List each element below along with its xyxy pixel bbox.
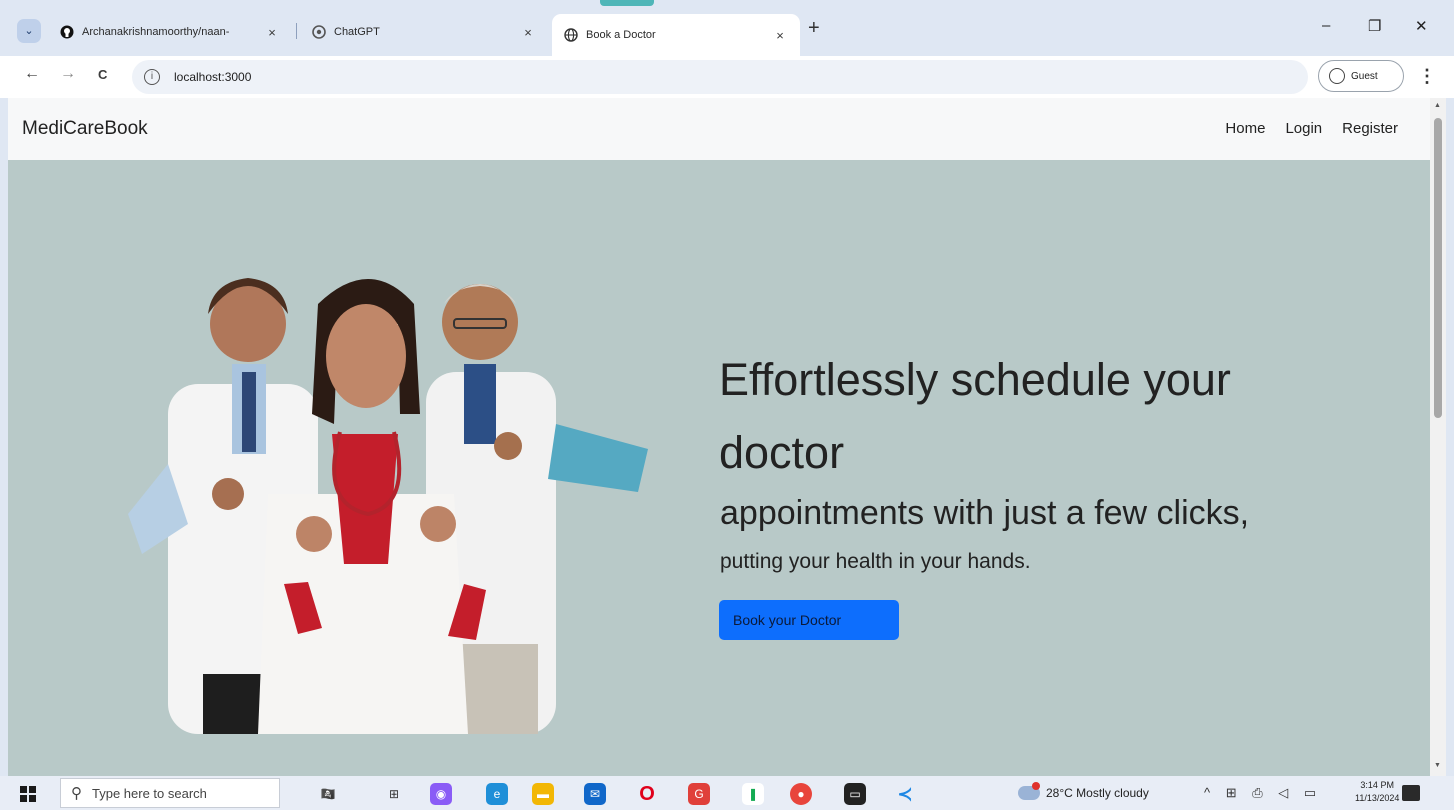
weather-text: 28°C Mostly cloudy: [1046, 786, 1149, 800]
tab-chatgpt[interactable]: ChatGPT ×: [300, 14, 548, 50]
forward-icon[interactable]: →: [60, 65, 76, 83]
chatgpt-icon: [312, 25, 326, 39]
search-highlight-icon[interactable]: 🏴‍☠: [298, 783, 358, 805]
taskbar-search[interactable]: ⚲ Type here to search: [60, 778, 280, 808]
tab-github[interactable]: Archanakrishnamoorthy/naan- ×: [48, 14, 292, 50]
github-icon: [60, 25, 74, 39]
new-tab-button[interactable]: +: [808, 17, 820, 39]
back-icon[interactable]: ←: [24, 65, 40, 83]
tab-close-icon[interactable]: ×: [264, 25, 280, 40]
profile-icon: [1329, 68, 1345, 84]
chrome-icon[interactable]: ●: [790, 783, 812, 805]
notification-icon[interactable]: [1402, 785, 1420, 801]
browser-menu-icon[interactable]: ⋮: [1418, 66, 1436, 87]
scroll-down-icon[interactable]: ▼: [1434, 762, 1441, 769]
reload-icon[interactable]: C: [98, 67, 107, 82]
nav-links: Home Login Register: [1225, 120, 1398, 137]
hero-tagline: putting your health in your hands.: [720, 550, 1031, 573]
profile-label: Guest: [1351, 70, 1378, 82]
edge-icon[interactable]: e: [486, 783, 508, 805]
profile-button[interactable]: Guest: [1318, 60, 1404, 92]
task-view-icon[interactable]: ⊞: [383, 783, 405, 805]
clock-time: 3:14 PM: [1360, 780, 1394, 790]
mongodb-icon[interactable]: ❚: [742, 783, 764, 805]
browser-tabstrip: ⌄ Archanakrishnamoorthy/naan- × ChatGPT …: [0, 0, 1454, 56]
hero-headline: Effortlessly schedule your doctor: [719, 354, 1231, 478]
restore-button[interactable]: ❐: [1368, 17, 1381, 35]
book-doctor-button[interactable]: Book your Doctor: [719, 600, 899, 640]
clock-date: 11/13/2024: [1355, 793, 1400, 803]
taskbar-clock[interactable]: 3:14 PM 11/13/2024: [1355, 779, 1399, 805]
file-explorer-icon[interactable]: ▬: [532, 783, 554, 805]
tab-title: Archanakrishnamoorthy/naan-: [82, 26, 230, 38]
close-window-button[interactable]: ✕: [1415, 17, 1428, 35]
tab-close-icon[interactable]: ×: [520, 25, 536, 40]
hero-subheadline: appointments with just a few clicks,: [720, 494, 1250, 532]
site-info-icon[interactable]: i: [144, 69, 160, 85]
site-brand[interactable]: MediCareBook: [22, 118, 148, 140]
doctors-photo: [128, 278, 648, 734]
hero-section: Effortlessly schedule your doctor appoin…: [8, 160, 1430, 776]
nav-link-register[interactable]: Register: [1342, 120, 1398, 137]
copilot-icon[interactable]: ◉: [430, 783, 452, 805]
browser-toolbar: ← → C i localhost:3000 Guest ⋮: [0, 56, 1454, 98]
nav-link-login[interactable]: Login: [1285, 120, 1322, 137]
system-tray-icons[interactable]: ^ ⊞ ⎙ ◁ ▭: [1204, 785, 1322, 801]
site-navbar: MediCareBook Home Login Register: [8, 98, 1430, 160]
tab-search-icon[interactable]: ⌄: [17, 19, 41, 43]
mail-icon[interactable]: ✉: [584, 783, 606, 805]
tab-close-icon[interactable]: ×: [772, 28, 788, 43]
page-scrollbar[interactable]: ▲ ▼: [1430, 98, 1446, 776]
tab-title: Book a Doctor: [586, 29, 656, 41]
terminal-icon[interactable]: ▭: [844, 783, 866, 805]
windows-start-icon[interactable]: [20, 786, 36, 802]
search-icon: ⚲: [71, 785, 82, 802]
windows-taskbar: ⚲ Type here to search 🏴‍☠ ⊞ ◉ e ▬ ✉ O G …: [0, 776, 1454, 810]
minimize-button[interactable]: –: [1322, 17, 1330, 34]
tab-title: ChatGPT: [334, 26, 380, 38]
weather-widget[interactable]: 28°C Mostly cloudy: [1018, 782, 1149, 800]
tab-separator: [296, 23, 297, 39]
opera-icon[interactable]: O: [636, 783, 658, 805]
page-viewport: MediCareBook Home Login Register Effortl…: [8, 98, 1430, 776]
address-bar[interactable]: i localhost:3000: [132, 60, 1308, 94]
vscode-icon[interactable]: ≺: [894, 783, 916, 805]
scrollbar-thumb[interactable]: [1434, 118, 1442, 418]
scroll-up-icon[interactable]: ▲: [1434, 102, 1441, 109]
taskbar-search-placeholder: Type here to search: [92, 785, 207, 801]
cloud-icon: [1018, 782, 1040, 800]
globe-icon: [564, 28, 578, 42]
tab-book-a-doctor[interactable]: Book a Doctor ×: [552, 14, 800, 56]
address-url: localhost:3000: [174, 70, 252, 84]
tab-group-indicator: [600, 0, 654, 6]
nav-link-home[interactable]: Home: [1225, 120, 1265, 137]
chrome-dev-icon[interactable]: G: [688, 783, 710, 805]
